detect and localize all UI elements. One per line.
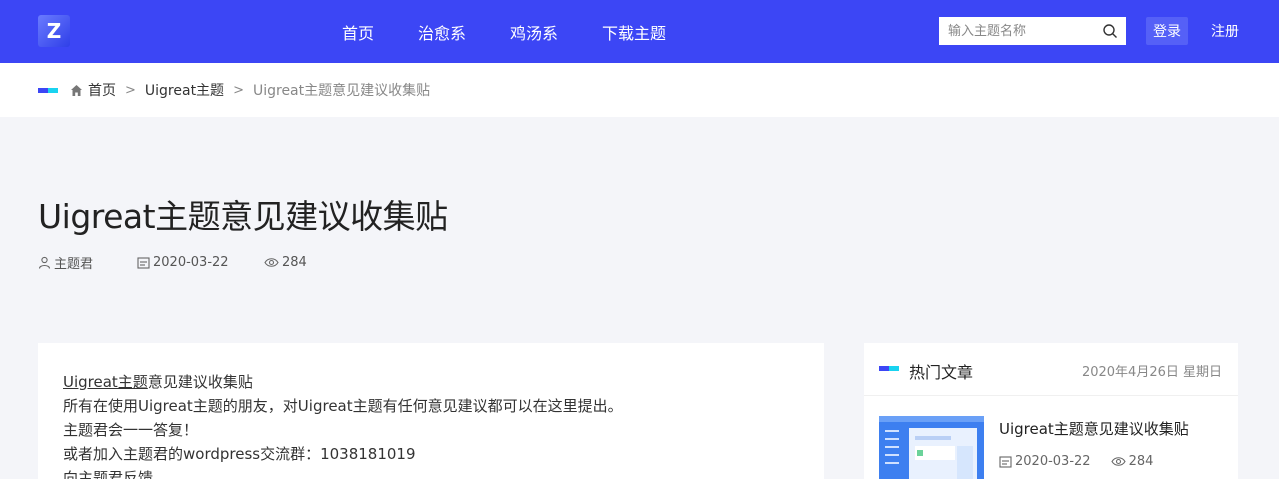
breadcrumb-category[interactable]: Uigreat主题 bbox=[145, 80, 224, 100]
content-line: 或者加入主题君的wordpress交流群：1038181019 bbox=[63, 445, 416, 463]
eye-icon bbox=[264, 257, 279, 267]
hot-post-date: 2020-03-22 bbox=[1015, 454, 1091, 469]
content-line: 所有在使用Uigreat主题的朋友，对Uigreat主题有任何意见建议都可以在这… bbox=[63, 397, 623, 415]
hot-post-views: 284 bbox=[1128, 454, 1154, 469]
post-date: 2020-03-22 bbox=[137, 254, 229, 270]
user-icon bbox=[38, 256, 51, 269]
content-line: 向主题君反馈 bbox=[63, 469, 154, 479]
sidebar-decoration bbox=[879, 366, 899, 371]
hot-post-title[interactable]: Uigreat主题意见建议收集贴 bbox=[999, 418, 1189, 439]
breadcrumb-current: Uigreat主题意见建议收集贴 bbox=[252, 83, 431, 99]
post-views: 284 bbox=[264, 254, 307, 270]
sidebar-title: 热门文章 bbox=[909, 363, 974, 382]
calendar-icon bbox=[999, 456, 1012, 468]
article-card: Uigreat主题意见建议收集贴 所有在使用Uigreat主题的朋友，对Uigr… bbox=[38, 343, 824, 479]
thumbnail-image bbox=[879, 416, 984, 479]
register-button[interactable]: 注册 bbox=[1204, 17, 1246, 45]
article-content: Uigreat主题意见建议收集贴 所有在使用Uigreat主题的朋友，对Uigr… bbox=[63, 370, 623, 479]
author-name: 主题君 bbox=[54, 256, 94, 272]
search-box bbox=[939, 17, 1126, 45]
nav-item-download-themes[interactable]: 下载主题 bbox=[602, 20, 666, 44]
date-text: 2020-03-22 bbox=[153, 254, 229, 270]
content-line: Uigreat主题意见建议收集贴 bbox=[63, 370, 623, 394]
eye-icon bbox=[1110, 457, 1126, 466]
nav-item-inspiration[interactable]: 鸡汤系 bbox=[510, 20, 558, 44]
site-logo[interactable]: Z bbox=[38, 15, 70, 47]
search-input[interactable] bbox=[939, 17, 1099, 45]
calendar-icon bbox=[137, 256, 150, 269]
main-nav: 首页 治愈系 鸡汤系 下载主题 bbox=[320, 0, 688, 63]
breadcrumb-bar: 首页 > Uigreat主题 > Uigreat主题意见建议收集贴 bbox=[0, 63, 1279, 117]
login-button[interactable]: 登录 bbox=[1146, 17, 1188, 45]
nav-item-healing[interactable]: 治愈系 bbox=[418, 20, 466, 44]
home-icon bbox=[71, 84, 82, 96]
breadcrumb-home[interactable]: 首页 bbox=[88, 80, 116, 100]
sidebar-header: 热门文章 2020年4月26日 星期日 bbox=[864, 343, 1238, 396]
hot-post-meta: 2020-03-22 284 bbox=[999, 454, 1153, 469]
post-author[interactable]: 主题君 bbox=[38, 254, 94, 272]
search-icon[interactable] bbox=[1102, 23, 1118, 39]
post-thumbnail[interactable] bbox=[879, 416, 984, 479]
sidebar-hot-posts: 热门文章 2020年4月26日 星期日 Uigreat主题意见建议收集贴 202… bbox=[864, 343, 1238, 479]
logo-letter: Z bbox=[46, 19, 62, 43]
views-count: 284 bbox=[282, 254, 307, 270]
chevron-right-icon: > bbox=[125, 82, 136, 98]
top-header: Z 首页 治愈系 鸡汤系 下载主题 登录 注册 bbox=[0, 0, 1279, 63]
breadcrumb: 首页 > Uigreat主题 > Uigreat主题意见建议收集贴 bbox=[70, 81, 430, 99]
sidebar-date: 2020年4月26日 星期日 bbox=[1081, 365, 1222, 380]
page-title: Uigreat主题意见建议收集贴 bbox=[38, 197, 448, 236]
breadcrumb-decoration bbox=[38, 88, 58, 93]
content-text: 意见建议收集贴 bbox=[147, 373, 253, 391]
nav-item-home[interactable]: 首页 bbox=[342, 20, 374, 44]
content-link[interactable]: Uigreat主题 bbox=[63, 373, 148, 391]
content-line: 主题君会一一答复！ bbox=[63, 421, 199, 439]
chevron-right-icon: > bbox=[233, 82, 244, 98]
